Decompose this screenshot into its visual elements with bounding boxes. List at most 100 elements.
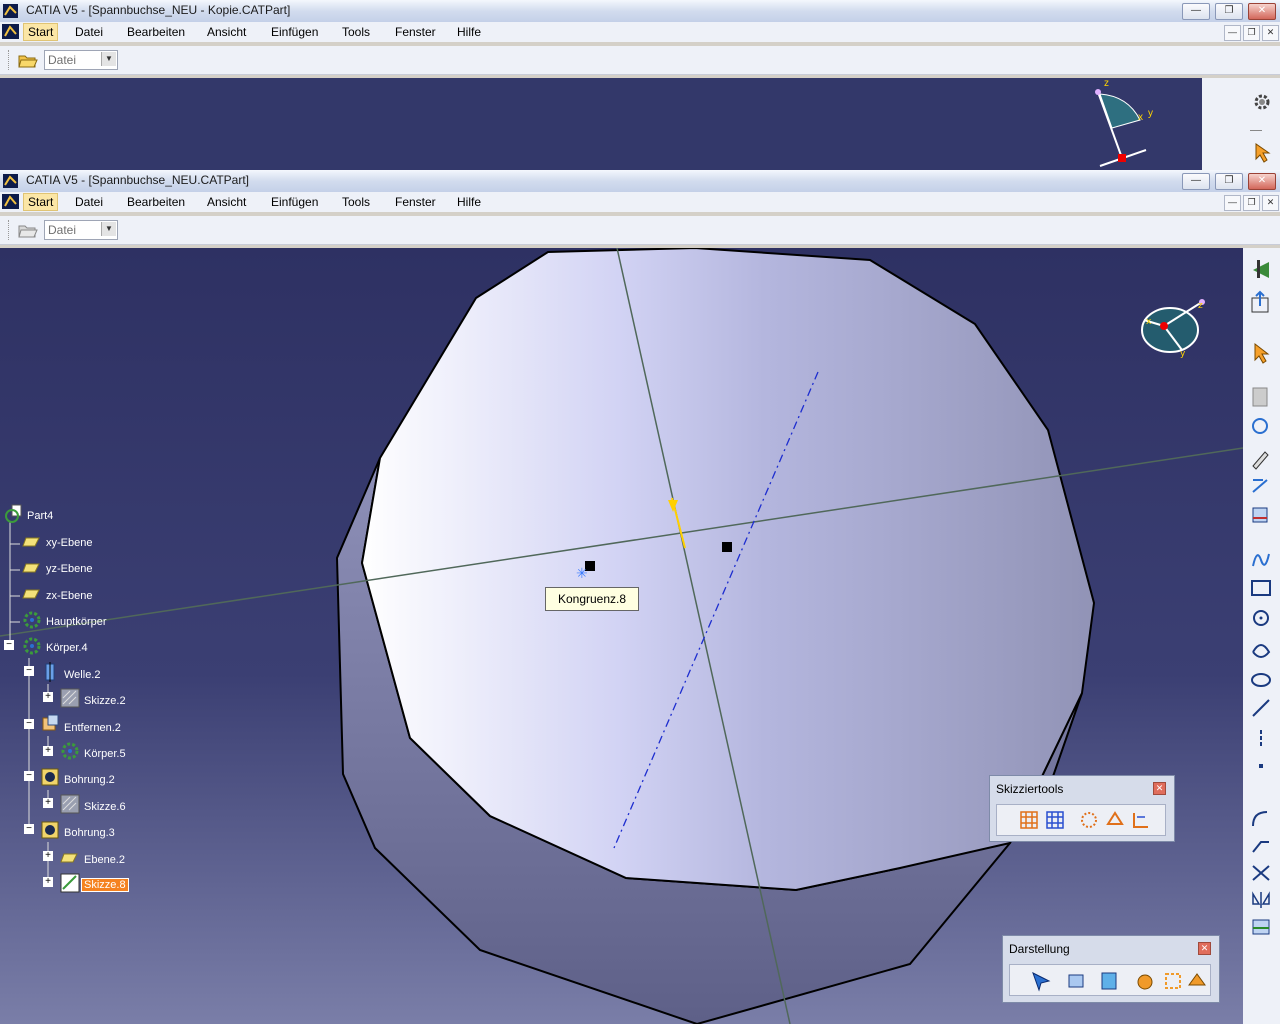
grid-icon[interactable] — [1019, 810, 1039, 830]
geometric-constraints-icon[interactable] — [1105, 810, 1125, 830]
trim-icon[interactable] — [1252, 865, 1270, 881]
close-icon[interactable]: ✕ — [1198, 942, 1211, 955]
snap-grid-icon[interactable] — [1045, 810, 1065, 830]
circle-tool-icon[interactable] — [1252, 418, 1268, 434]
sketch-icon[interactable] — [60, 688, 80, 708]
select-arrow-icon[interactable] — [1254, 342, 1270, 364]
rectangle-icon[interactable] — [1251, 580, 1271, 596]
tree-expander[interactable]: − — [4, 640, 14, 650]
menu-tools[interactable]: Tools — [338, 194, 374, 210]
spline-icon[interactable] — [1252, 553, 1270, 567]
curve-icon[interactable] — [1252, 644, 1271, 658]
hole-icon[interactable] — [40, 767, 60, 787]
part-geometry[interactable]: ✳ — [0, 248, 1243, 1024]
body-icon[interactable] — [22, 636, 42, 656]
window1-viewport[interactable]: z x y — [0, 78, 1202, 170]
menu-fenster[interactable]: Fenster — [391, 194, 440, 210]
menu-hilfe[interactable]: Hilfe — [453, 194, 485, 210]
hide-show-icon[interactable] — [1134, 970, 1156, 992]
open-folder-icon[interactable] — [18, 221, 38, 239]
hole-icon[interactable] — [40, 820, 60, 840]
profile-icon[interactable] — [1252, 387, 1268, 407]
operation-icon[interactable] — [1252, 507, 1268, 523]
menu-ansicht[interactable]: Ansicht — [203, 24, 250, 40]
mdi-minimize-button[interactable]: — — [1224, 195, 1241, 211]
menu-datei[interactable]: Datei — [71, 24, 107, 40]
menu-bearbeiten[interactable]: Bearbeiten — [123, 24, 189, 40]
minimize-button[interactable]: — — [1182, 173, 1210, 190]
menu-fenster[interactable]: Fenster — [391, 24, 440, 40]
main-viewport[interactable]: ✳ x y z — [0, 248, 1243, 1024]
tree-item-label[interactable]: Welle.2 — [64, 669, 100, 681]
tree-expander[interactable]: + — [43, 877, 53, 887]
point-icon[interactable] — [1259, 764, 1263, 768]
menu-start[interactable]: Start — [23, 23, 59, 41]
window2-titlebar[interactable]: CATIA V5 - [Spannbuchse_NEU.CATPart] — ❐… — [0, 170, 1280, 192]
mdi-minimize-button[interactable]: — — [1224, 25, 1241, 41]
minimize-button[interactable]: — — [1182, 3, 1210, 20]
plane-icon[interactable] — [22, 562, 40, 574]
chevron-down-icon[interactable]: ▼ — [101, 52, 116, 66]
mdi-close-button[interactable]: ✕ — [1262, 195, 1279, 211]
select-arrow-icon[interactable] — [1254, 142, 1274, 164]
mdi-restore-button[interactable]: ❐ — [1243, 25, 1260, 41]
part-top-face[interactable] — [360, 248, 1096, 892]
compass-icon[interactable]: x y z — [1138, 294, 1212, 360]
fly-mode-icon[interactable] — [1030, 970, 1052, 992]
menu-einfuegen[interactable]: Einfügen — [267, 194, 322, 210]
ellipse-icon[interactable] — [1251, 673, 1271, 687]
plane-icon[interactable] — [22, 588, 40, 600]
part-icon[interactable] — [4, 504, 24, 524]
shaft-icon[interactable] — [40, 662, 60, 682]
plane-icon[interactable] — [60, 852, 78, 864]
circle-icon[interactable] — [1253, 610, 1269, 626]
tree-item-label[interactable]: yz-Ebene — [46, 563, 92, 575]
swap-space-icon[interactable] — [1162, 970, 1184, 992]
tree-item-label-selected[interactable]: Skizze.8 — [81, 878, 129, 892]
menu-hilfe[interactable]: Hilfe — [453, 24, 485, 40]
tree-item-label[interactable]: Ebene.2 — [84, 854, 125, 866]
mirror-icon[interactable] — [1252, 891, 1270, 908]
restore-button[interactable]: ❐ — [1215, 3, 1243, 20]
menu-start[interactable]: Start — [23, 193, 59, 211]
close-icon[interactable]: ✕ — [1153, 782, 1166, 795]
view-mode-icon[interactable] — [1066, 970, 1088, 992]
layer-icon[interactable] — [1186, 970, 1208, 992]
file-combo[interactable]: Datei ▼ — [44, 50, 118, 70]
chamfer-icon[interactable] — [1252, 841, 1269, 853]
tree-expander[interactable]: − — [24, 719, 34, 729]
tree-item-label[interactable]: Entfernen.2 — [64, 722, 121, 734]
menu-datei[interactable]: Datei — [71, 194, 107, 210]
mdi-restore-button[interactable]: ❐ — [1243, 195, 1260, 211]
tree-item-label[interactable]: Körper.5 — [84, 748, 126, 760]
tree-item-label[interactable]: Bohrung.2 — [64, 774, 115, 786]
plane-icon[interactable] — [22, 536, 40, 548]
tree-item-label[interactable]: Hauptkörper — [46, 616, 107, 628]
restore-button[interactable]: ❐ — [1215, 173, 1243, 190]
tree-expander[interactable]: + — [43, 851, 53, 861]
sketch-icon[interactable] — [60, 794, 80, 814]
pencil-icon[interactable] — [1252, 451, 1269, 470]
close-button[interactable]: ✕ — [1248, 173, 1276, 190]
body-icon[interactable] — [22, 610, 42, 630]
tree-item-label[interactable]: Skizze.2 — [84, 695, 126, 707]
skizziertools-panel[interactable]: Skizziertools ✕ — [989, 775, 1175, 842]
render-style-icon[interactable] — [1098, 970, 1120, 992]
file-combo[interactable]: Datei ▼ — [44, 220, 118, 240]
line-icon[interactable] — [1252, 699, 1270, 717]
sketch-point[interactable] — [722, 542, 732, 552]
menu-bearbeiten[interactable]: Bearbeiten — [123, 194, 189, 210]
document-icon[interactable] — [2, 24, 19, 39]
constraint-icon[interactable] — [1252, 479, 1268, 493]
tree-expander[interactable]: − — [24, 824, 34, 834]
document-icon[interactable] — [2, 194, 19, 209]
remove-icon[interactable] — [40, 714, 60, 734]
menu-einfuegen[interactable]: Einfügen — [267, 24, 322, 40]
tree-expander[interactable]: + — [43, 798, 53, 808]
tree-item-label[interactable]: Körper.4 — [46, 642, 88, 654]
sketch-exit-icon[interactable] — [1253, 260, 1269, 278]
tree-expander[interactable]: − — [24, 771, 34, 781]
window1-titlebar[interactable]: CATIA V5 - [Spannbuchse_NEU - Kopie.CATP… — [0, 0, 1280, 22]
project-3d-icon[interactable] — [1252, 919, 1270, 935]
body-icon[interactable] — [60, 741, 80, 761]
